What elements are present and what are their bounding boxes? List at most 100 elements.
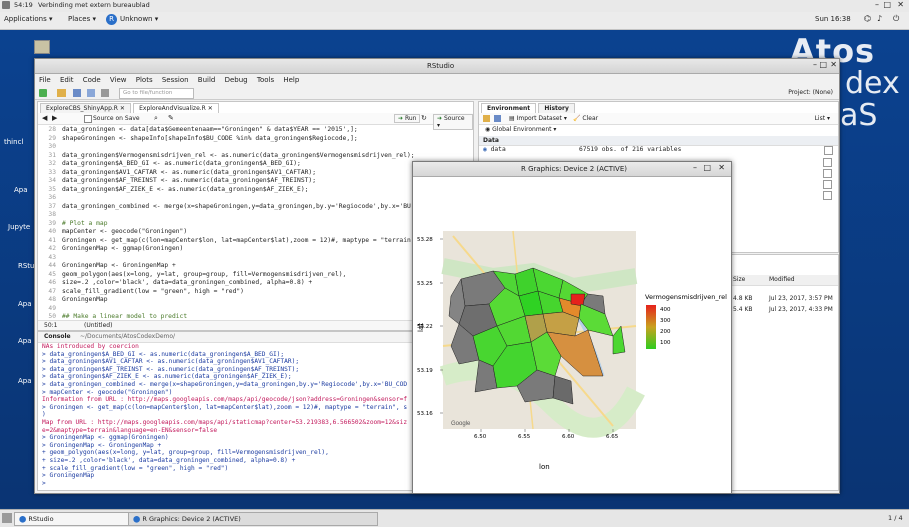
network-icon[interactable]: ⌬: [864, 14, 871, 23]
applications-menu[interactable]: Applications ▾: [4, 15, 53, 23]
rstudio-launcher-icon[interactable]: R: [106, 14, 117, 25]
line-number: 48: [48, 296, 56, 303]
code-line: 41 Groningen <- get_map(c(lon=mapCenter$l…: [38, 237, 473, 246]
list-view-menu[interactable]: List ▾: [815, 115, 830, 122]
desktop-icon-7[interactable]: Apa: [18, 377, 32, 385]
y-tick-label: 53.16: [417, 411, 433, 417]
home-folder-icon[interactable]: [34, 40, 50, 54]
taskbar-rstudio[interactable]: ⬤ RStudio: [14, 512, 132, 526]
menu-debug[interactable]: Debug: [225, 76, 248, 84]
rstudio-close-icon[interactable]: ✕: [830, 60, 837, 69]
forward-icon[interactable]: ▶: [52, 114, 57, 122]
load-workspace-icon[interactable]: [483, 115, 490, 122]
clear-button[interactable]: 🧹 Clear: [573, 115, 598, 122]
code-editor[interactable]: 28 data_groningen <- data[data$Gemeentena…: [38, 126, 473, 320]
print-icon[interactable]: [101, 89, 109, 97]
menu-code[interactable]: Code: [83, 76, 101, 84]
code-text: GroningenMap <- GroningenMap +: [62, 262, 176, 269]
menu-edit[interactable]: Edit: [60, 76, 74, 84]
maximize-icon[interactable]: □: [883, 0, 891, 9]
col-size[interactable]: Size: [733, 276, 745, 283]
workspace-pager[interactable]: 1 / 4: [888, 514, 903, 522]
rstudio-minimize-icon[interactable]: –: [813, 60, 817, 69]
env-toolbar: ▤ Import Dataset ▾ 🧹 Clear List ▾: [479, 113, 838, 125]
grid-view-icon-5[interactable]: [823, 191, 832, 200]
code-text: GroningenMap: [62, 296, 108, 303]
console-output[interactable]: NAs introduced by coercion > data_groning…: [42, 343, 472, 489]
desktop-icon-5[interactable]: Apa: [18, 300, 32, 308]
grid-view-icon-2[interactable]: [823, 158, 832, 167]
rstudio-maximize-icon[interactable]: □: [819, 60, 827, 69]
grid-view-icon[interactable]: [824, 146, 833, 155]
code-line: 37 data_groningen_combined <- merge(x=sha…: [38, 203, 473, 212]
global-env-menu[interactable]: ◉ Global Environment ▾: [485, 126, 556, 133]
minimize-icon[interactable]: –: [875, 0, 879, 9]
rgraphics-maximize-icon[interactable]: □: [703, 163, 711, 172]
back-icon[interactable]: ◀: [42, 114, 47, 122]
rgraphics-close-icon[interactable]: ✕: [718, 163, 725, 172]
grid-view-icon-4[interactable]: [823, 180, 832, 189]
project-menu[interactable]: Project: (None): [788, 89, 833, 96]
rerun-icon[interactable]: ↻: [421, 114, 427, 122]
save-all-icon[interactable]: [87, 89, 95, 97]
line-number: 29: [48, 134, 56, 142]
menu-build[interactable]: Build: [198, 76, 216, 84]
session-time: 54:19: [14, 1, 33, 9]
desktop-icon-6[interactable]: Apa: [18, 337, 32, 345]
tab-explore-visualize[interactable]: ExploreAndVisualize.R ✕: [133, 103, 219, 113]
grid-view-icon-3[interactable]: [823, 169, 832, 178]
show-desktop-icon[interactable]: [2, 513, 12, 523]
legend-value: 300: [660, 318, 671, 324]
run-button[interactable]: ➜ Run: [394, 114, 421, 123]
source-on-save-checkbox[interactable]: [84, 115, 92, 123]
tab-history[interactable]: History: [538, 103, 575, 113]
legend-value: 400: [660, 307, 671, 313]
console-line: > GroningenMap: [42, 472, 95, 480]
code-text: shapeGroningen <- shapeInfo[shapeInfo$BU…: [62, 134, 358, 142]
menu-view[interactable]: View: [110, 76, 127, 84]
desktop-icon-3[interactable]: Jupyte: [8, 223, 30, 231]
menu-file[interactable]: File: [39, 76, 51, 84]
desktop-icon-1[interactable]: thincl: [4, 138, 23, 146]
map-plot[interactable]: Google 53.2853.2553.2253.1953.16 6.50 6.5…: [413, 176, 731, 493]
rgraphics-minimize-icon[interactable]: –: [693, 163, 697, 172]
console-line: > Groningen <- get_map(c(lon=mapCenter$l…: [42, 403, 408, 411]
rstudio-titlebar[interactable]: RStudio – □ ✕: [35, 59, 839, 74]
clock[interactable]: Sun 16:38: [815, 15, 851, 23]
scope-indicator[interactable]: (Untitled): [84, 322, 112, 329]
env-row-data[interactable]: ◉ data 67519 obs. of 216 variables: [483, 145, 833, 155]
search-icon[interactable]: ⌕: [154, 114, 158, 123]
save-icon[interactable]: [73, 89, 81, 97]
col-modified[interactable]: Modified: [769, 276, 795, 283]
rgraphics-titlebar[interactable]: R Graphics: Device 2 (ACTIVE) – □ ✕: [413, 162, 731, 177]
menu-plots[interactable]: Plots: [136, 76, 153, 84]
desktop-icon-4[interactable]: RStu: [18, 262, 35, 270]
open-file-icon[interactable]: [57, 89, 66, 97]
unknown-menu[interactable]: Unknown ▾: [120, 15, 158, 23]
tab-environment[interactable]: Environment: [481, 103, 537, 113]
menu-help[interactable]: Help: [283, 76, 299, 84]
menu-session[interactable]: Session: [162, 76, 189, 84]
code-text: ## Make a linear model to predict: [62, 313, 188, 320]
menu-tools[interactable]: Tools: [257, 76, 274, 84]
taskbar-rgraphics[interactable]: ⬤ R Graphics: Device 2 (ACTIVE): [128, 512, 378, 526]
console-tab[interactable]: Console: [44, 333, 71, 340]
new-file-icon[interactable]: [39, 89, 47, 97]
file-size: 5.4 KB: [733, 306, 753, 313]
import-dataset-button[interactable]: ▤ Import Dataset ▾: [509, 115, 567, 122]
power-icon[interactable]: ⏻: [893, 14, 899, 24]
console-line: Map from URL : http://maps.googleapis.co…: [42, 418, 408, 426]
tab-explore-cbs[interactable]: ExploreCBS_ShinyApp.R ✕: [40, 103, 131, 113]
console-line: Information from URL : http://maps.googl…: [42, 396, 408, 404]
code-tools-icon[interactable]: ✎: [168, 114, 174, 122]
window-menu-icon[interactable]: [2, 1, 10, 9]
save-workspace-icon[interactable]: [494, 115, 501, 122]
volume-icon[interactable]: ♪: [877, 14, 882, 23]
x-tick-label: 6.50: [474, 434, 487, 440]
code-text: data_groningen$A_BED_GI <- as.numeric(da…: [62, 160, 301, 167]
desktop-icon-2[interactable]: Apa: [14, 186, 28, 194]
line-number: 36: [48, 194, 56, 201]
goto-file-input[interactable]: Go to file/function: [119, 88, 194, 99]
places-menu[interactable]: Places ▾: [68, 15, 96, 23]
close-icon[interactable]: ✕: [897, 0, 904, 9]
